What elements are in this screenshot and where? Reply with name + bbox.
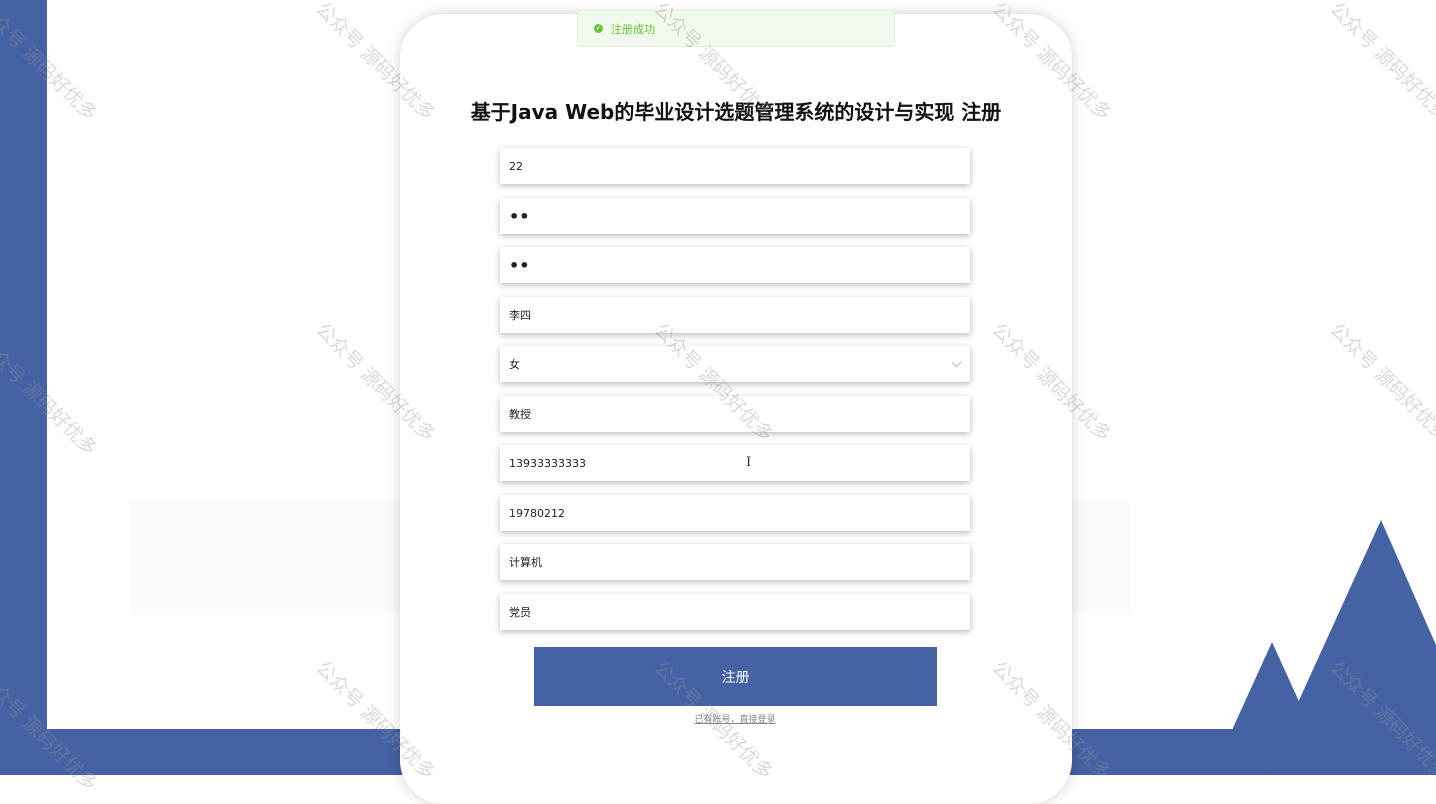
check-circle-icon: ✓ (594, 24, 603, 33)
text-cursor-icon: I (746, 455, 752, 470)
title-value: 教授 (509, 408, 531, 421)
phone-field[interactable]: 13933333333 (500, 445, 970, 481)
birthday-value: 19780212 (509, 506, 565, 520)
password-field[interactable]: •• (500, 198, 970, 234)
toast-message: 注册成功 (611, 22, 655, 36)
account-field[interactable]: 22 (500, 148, 970, 184)
confirm-password-value: •• (509, 255, 530, 275)
phone-value: 13933333333 (509, 456, 586, 470)
birthday-field[interactable]: 19780212 (500, 495, 970, 531)
name-value: 李四 (509, 309, 531, 322)
success-toast: ✓ 注册成功 (577, 10, 895, 47)
watermark: 公众号 源码好优多 (1325, 0, 1436, 126)
background-left-band (0, 0, 47, 775)
page-title: 基于Java Web的毕业设计选题管理系统的设计与实现 注册 (470, 100, 1002, 124)
login-link[interactable]: 已有账号，直接登录 (500, 712, 970, 725)
title-field[interactable]: 教授 (500, 396, 970, 432)
watermark: 公众号 源码好优多 (1325, 318, 1436, 447)
department-value: 计算机 (509, 556, 542, 569)
political-status-value: 党员 (509, 606, 531, 619)
name-field[interactable]: 李四 (500, 297, 970, 333)
chevron-down-icon (951, 357, 962, 368)
password-value: •• (509, 206, 530, 226)
background-triangles (1232, 520, 1436, 775)
political-status-field[interactable]: 党员 (500, 594, 970, 630)
large-triangle (1265, 520, 1436, 775)
confirm-password-field[interactable]: •• (500, 247, 970, 283)
gender-select[interactable]: 女 (500, 346, 970, 382)
register-button[interactable]: 注册 (534, 647, 937, 706)
gender-value: 女 (509, 358, 520, 371)
account-value: 22 (509, 159, 523, 173)
department-field[interactable]: 计算机 (500, 544, 970, 580)
